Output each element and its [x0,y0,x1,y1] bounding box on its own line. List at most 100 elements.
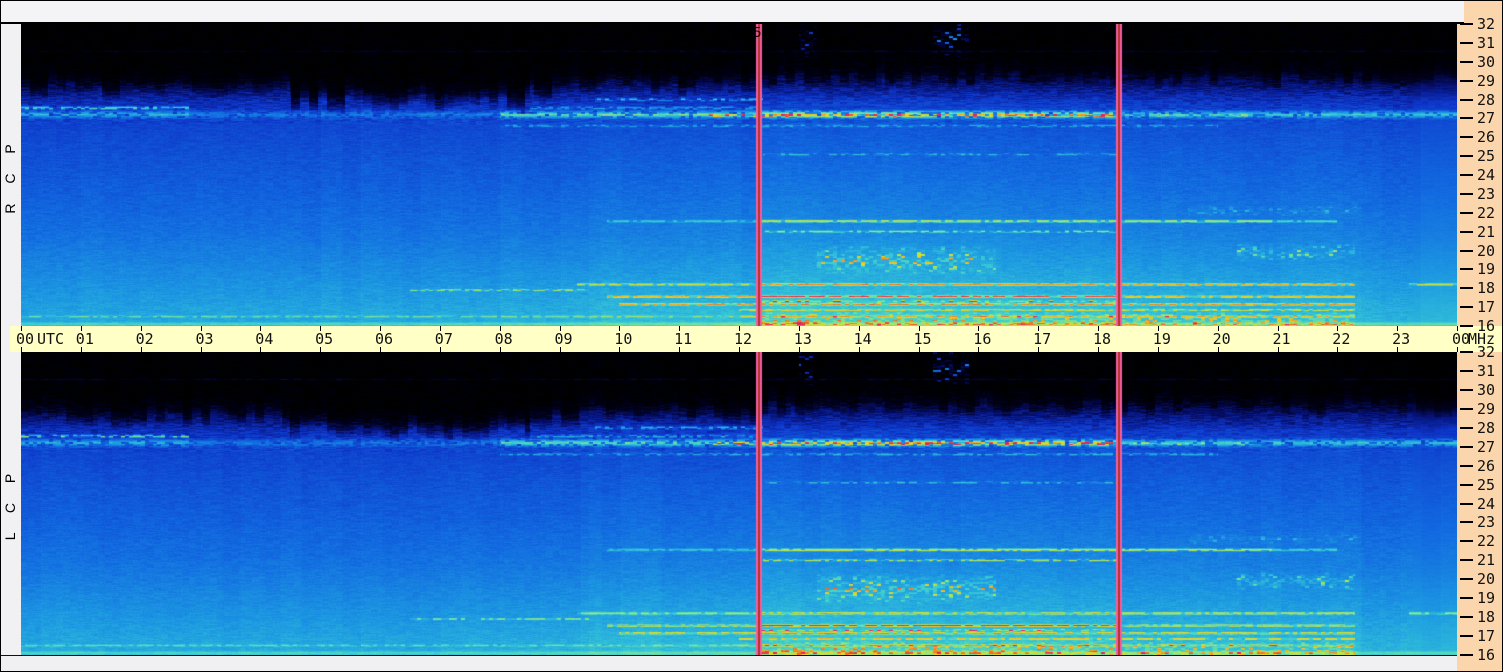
freq-label: 21 [1477,551,1496,570]
freq-label: 20 [1477,570,1496,589]
freq-label: 26 [1477,128,1496,147]
freq-tick [1460,325,1473,327]
freq-label: 27 [1477,109,1496,128]
freq-label: 25 [1477,147,1496,166]
hour-label: 15 [913,330,932,348]
hour-label: 23 [1392,330,1411,348]
spectrograph-window: AJ4CO Observatory 05 Jan 2019 - DPS on T… [0,0,1503,672]
hour-label: 10 [614,330,633,348]
freq-tick [1460,559,1473,562]
freq-label: 31 [1477,33,1496,52]
hour-label: 09 [554,330,573,348]
freq-tick [1460,60,1473,63]
hour-label: 11 [674,330,693,348]
hour-label: 08 [494,330,513,348]
freq-label: 19 [1477,589,1496,608]
freq-tick [1460,369,1473,372]
freq-tick [1460,155,1473,158]
spectrogram-lcp [21,352,1457,655]
polarization-label-rcp: R C P [2,136,18,214]
hour-label: 19 [1152,330,1171,348]
freq-label: 17 [1477,298,1496,317]
hour-label: 03 [195,330,214,348]
freq-tick [1460,136,1473,139]
freq-label: 32 [1477,343,1496,361]
freq-tick [1460,192,1473,195]
hour-label: 18 [1092,330,1112,348]
hour-label: 04 [255,330,274,348]
freq-label: 31 [1477,361,1496,380]
freq-label: 28 [1477,90,1496,109]
freq-label: 29 [1477,71,1496,90]
hour-label: 14 [853,330,872,348]
hour-label: 17 [1033,330,1052,348]
hour-label: 06 [374,330,394,348]
freq-tick [1460,388,1473,391]
freq-tick [1460,249,1473,252]
hour-label: 21 [1272,330,1291,348]
freq-tick [1460,578,1473,581]
freq-label: 30 [1477,380,1496,399]
time-axis: UTC MHz 00 01 02 03 04 05 06 07 08 09 10 11 12 13 14 15… [10,326,1502,352]
freq-tick [1460,41,1473,44]
freq-label: 29 [1477,399,1496,418]
freq-tick [1460,230,1473,233]
freq-label: 20 [1477,241,1496,260]
freq-tick [1460,445,1473,448]
freq-label: 16 [1477,317,1496,335]
freq-tick [1460,23,1473,25]
freq-label: 18 [1477,279,1496,298]
freq-label: 25 [1477,475,1496,494]
spectrogram-rcp [21,24,1457,326]
hour-label: 02 [135,330,154,348]
title-bar: AJ4CO Observatory 05 Jan 2019 - DPS on T… [1,1,1464,41]
freq-label: 18 [1477,608,1496,627]
freq-tick [1460,635,1473,638]
hour-label: 13 [793,330,812,348]
freq-label: 26 [1477,456,1496,475]
freq-tick [1460,287,1473,290]
hour-label: 12 [733,330,753,348]
freq-label: 19 [1477,260,1496,279]
freq-label: 22 [1477,203,1496,222]
freq-tick [1460,268,1473,271]
freq-tick [1460,79,1473,82]
freq-label: 28 [1477,418,1496,437]
bottom-strip [1,655,1457,671]
hour-label: 16 [973,330,992,348]
freq-tick [1460,211,1473,214]
freq-tick [1460,540,1473,543]
freq-tick [1460,502,1473,505]
freq-label: 27 [1477,437,1496,456]
hour-label: 00 [15,330,35,348]
frequency-scale-labels: 32 31 30 29 28 27 26 25 24 23 22 21 20 19 18 17 16 32 31 30… [1457,1,1502,671]
freq-tick [1460,306,1473,309]
freq-label: 21 [1477,222,1496,241]
hour-label: 20 [1212,330,1231,348]
freq-tick [1460,351,1473,353]
freq-tick [1460,521,1473,524]
freq-label: 23 [1477,513,1496,532]
freq-tick [1460,616,1473,619]
freq-tick [1460,407,1473,410]
polarization-label-lcp: L C P [2,465,18,541]
freq-tick [1460,464,1473,467]
hour-label: 05 [315,330,334,348]
freq-tick [1460,117,1473,120]
freq-tick [1460,426,1473,429]
freq-tick [1460,174,1473,176]
freq-tick [1460,597,1473,600]
freq-tick [1460,98,1473,101]
freq-label: 22 [1477,532,1496,551]
window-title: AJ4CO Observatory 05 Jan 2019 - DPS on T… [23,24,762,41]
freq-label: 24 [1477,494,1496,513]
freq-tick [1460,483,1473,486]
hour-label: 22 [1332,330,1351,348]
freq-label: 32 [1477,15,1496,33]
freq-label: 30 [1477,52,1496,71]
freq-tick [1460,654,1473,656]
freq-label: 24 [1477,166,1496,184]
hour-label: 01 [75,330,94,348]
freq-label: 16 [1477,646,1496,664]
hour-label: 07 [434,330,453,348]
